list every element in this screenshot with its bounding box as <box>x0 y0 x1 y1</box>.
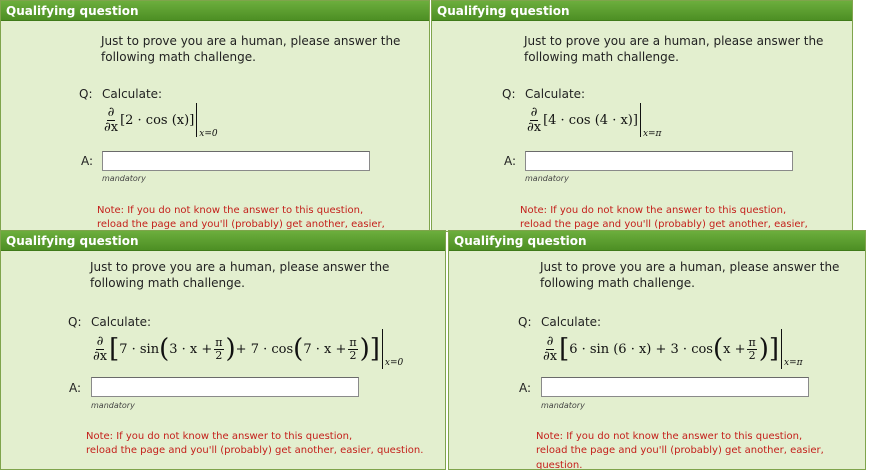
mandatory-hint: mandatory <box>91 401 135 410</box>
question-label: Q: <box>68 315 82 329</box>
mandatory-hint: mandatory <box>525 174 569 183</box>
question-label: Q: <box>518 315 532 329</box>
panel-header: Qualifying question <box>1 1 429 21</box>
cos-argument: 7 · x + <box>303 341 347 357</box>
answer-label: A: <box>519 381 532 395</box>
calculate-label: Calculate: <box>525 87 586 101</box>
derivative-operator: ∂ ∂x <box>527 104 542 135</box>
pi-over-two: π 2 <box>214 335 224 362</box>
close-bracket: ] <box>768 334 780 364</box>
question-label: Q: <box>502 87 516 101</box>
answer-label: A: <box>81 154 94 168</box>
close-paren: ) <box>758 334 769 364</box>
evaluation-bar <box>781 329 783 369</box>
open-bracket: [ <box>559 334 570 364</box>
derivative-operator: ∂ ∂x <box>104 104 119 135</box>
evaluation-bar <box>196 103 198 137</box>
intro-text: Just to prove you are a human, please an… <box>90 260 390 290</box>
open-paren: ( <box>159 334 170 364</box>
intro-text: Just to prove you are a human, please an… <box>540 260 840 290</box>
denominator: 2 <box>349 348 357 362</box>
question-panel-2: Qualifying question Just to prove you ar… <box>431 0 853 232</box>
panel-header: Qualifying question <box>449 231 865 251</box>
math-expression: ∂ ∂x [4 · cos (4 · x)] x=π <box>525 103 662 139</box>
derivative-operator: ∂ ∂x <box>93 333 108 364</box>
close-paren: ) <box>359 334 370 364</box>
open-paren: ( <box>712 334 724 364</box>
evaluation-bar <box>381 329 383 369</box>
pi-over-two: π 2 <box>348 335 358 362</box>
pi-symbol: π <box>747 335 757 350</box>
partial-x-symbol: ∂x <box>93 348 108 364</box>
derivative-operator: ∂ ∂x <box>543 333 558 364</box>
evaluation-bar <box>639 103 641 137</box>
note-line-1: Note: If you do not know the answer to t… <box>536 431 803 442</box>
partial-x-symbol: ∂x <box>543 348 558 364</box>
term-sin-cos: 6 · sin (6 · x) + 3 · cos <box>569 341 713 357</box>
partial-x-symbol: ∂x <box>104 119 119 135</box>
math-expression: ∂ ∂x [ 6 · sin (6 · x) + 3 · cos ( x + π… <box>541 329 803 369</box>
close-paren: ) <box>225 334 236 364</box>
intro-text: Just to prove you are a human, please an… <box>101 34 401 64</box>
close-bracket: ] <box>369 334 380 364</box>
open-paren: ( <box>293 334 304 364</box>
calculate-label: Calculate: <box>91 315 152 329</box>
answer-input[interactable] <box>541 377 809 397</box>
question-panel-3: Qualifying question Just to prove you ar… <box>0 230 446 470</box>
panel-header: Qualifying question <box>1 231 445 251</box>
note-line-1: Note: If you do not know the answer to t… <box>97 205 364 216</box>
question-label: Q: <box>79 87 93 101</box>
evaluation-point: x=0 <box>199 129 218 139</box>
calculate-label: Calculate: <box>102 87 163 101</box>
term-sin: 7 · sin <box>119 341 160 357</box>
pi-symbol: π <box>214 335 224 350</box>
answer-input[interactable] <box>102 151 370 171</box>
partial-symbol: ∂ <box>106 104 116 121</box>
answer-input[interactable] <box>525 151 793 171</box>
note-line-2: reload the page and you'll (probably) ge… <box>536 445 824 470</box>
math-expression: ∂ ∂x [ 7 · sin ( 3 · x + π 2 ) + 7 · cos… <box>91 329 403 369</box>
evaluation-point: x=0 <box>384 358 404 368</box>
question-panel-4: Qualifying question Just to prove you ar… <box>448 230 866 470</box>
expression-body: [4 · cos (4 · x)] <box>543 112 638 128</box>
term-cos: + 7 · cos <box>235 341 294 357</box>
note-line-1: Note: If you do not know the answer to t… <box>520 205 787 216</box>
question-panel-1: Qualifying question Just to prove you ar… <box>0 0 430 232</box>
evaluation-point: x=π <box>784 358 803 368</box>
math-expression: ∂ ∂x [2 · cos (x)] x=0 <box>102 103 218 139</box>
note-line-1: Note: If you do not know the answer to t… <box>86 431 353 442</box>
answer-label: A: <box>69 381 82 395</box>
mandatory-hint: mandatory <box>541 401 585 410</box>
mandatory-hint: mandatory <box>102 174 146 183</box>
panel-header: Qualifying question <box>432 1 852 21</box>
partial-symbol: ∂ <box>529 104 539 121</box>
cos-argument: x + <box>723 341 746 357</box>
expression-body: [2 · cos (x)] <box>120 112 195 128</box>
intro-text: Just to prove you are a human, please an… <box>524 34 824 64</box>
sin-argument: 3 · x + <box>169 341 213 357</box>
evaluation-point: x=π <box>642 129 662 139</box>
pi-over-two: π 2 <box>747 335 757 362</box>
calculate-label: Calculate: <box>541 315 602 329</box>
partial-x-symbol: ∂x <box>527 119 542 135</box>
note-line-2: reload the page and you'll (probably) ge… <box>86 445 424 456</box>
partial-symbol: ∂ <box>545 333 555 350</box>
open-bracket: [ <box>109 334 120 364</box>
partial-symbol: ∂ <box>95 333 105 350</box>
answer-input[interactable] <box>91 377 359 397</box>
denominator: 2 <box>215 348 223 362</box>
answer-label: A: <box>504 154 517 168</box>
denominator: 2 <box>748 348 756 362</box>
pi-symbol: π <box>348 335 358 350</box>
